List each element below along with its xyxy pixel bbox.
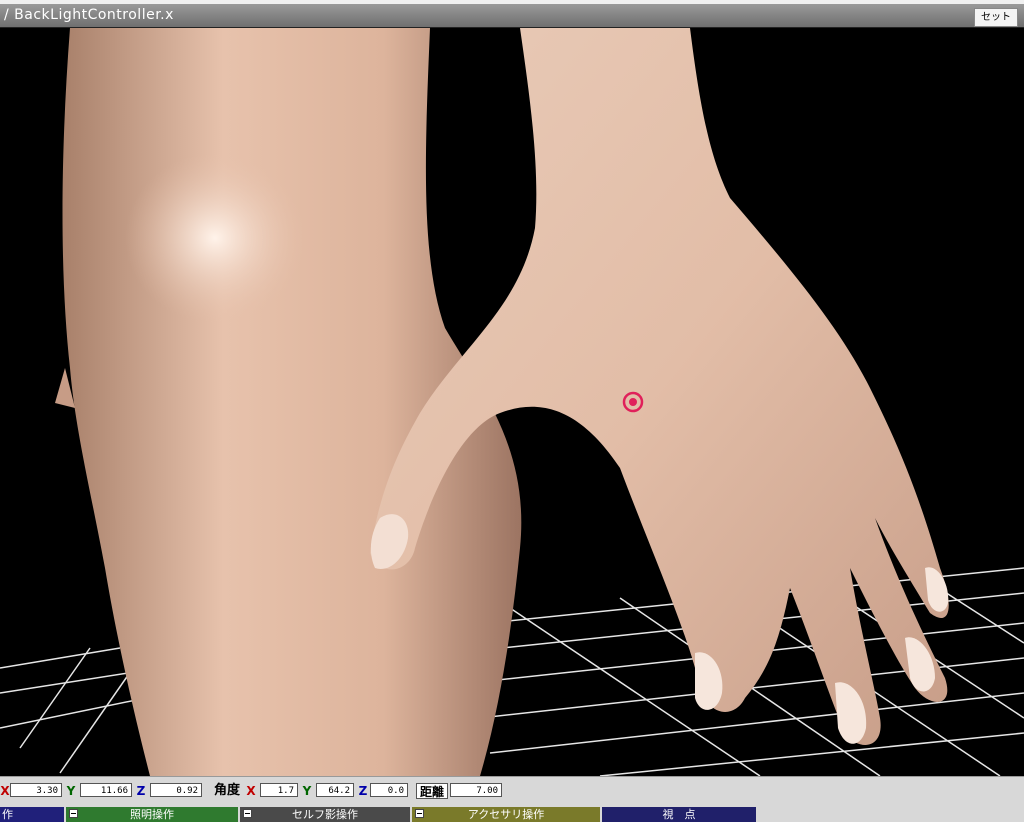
scene-render bbox=[0, 28, 1024, 776]
angle-y-label: Y bbox=[302, 784, 312, 798]
angle-x-field[interactable]: 1.7 bbox=[260, 783, 298, 797]
set-button[interactable]: セット bbox=[974, 8, 1018, 27]
position-y-field[interactable]: 11.66 bbox=[80, 783, 132, 797]
position-x-field[interactable]: 3.30 bbox=[10, 783, 62, 797]
tab-lighting[interactable]: 照明操作 bbox=[66, 807, 238, 822]
tab-model-operation[interactable]: 作 bbox=[0, 807, 64, 822]
tab-self-shadow-label: セルフ影操作 bbox=[292, 808, 358, 821]
control-panel: X 3.30 Y 11.66 Z 0.92 角度 X 1.7 Y 64.2 Z … bbox=[0, 776, 1024, 822]
3d-viewport[interactable] bbox=[0, 28, 1024, 776]
window-title: / BackLightController.x bbox=[4, 7, 174, 23]
tab-viewpoint[interactable]: 視 点 bbox=[602, 807, 756, 822]
distance-label: 距離 bbox=[416, 783, 448, 799]
tab-self-shadow[interactable]: セルフ影操作 bbox=[240, 807, 410, 822]
panel-tabs: 作 照明操作 セルフ影操作 アクセサリ操作 視 点 bbox=[0, 807, 1024, 822]
angle-z-label: Z bbox=[358, 784, 368, 798]
tab-lighting-label: 照明操作 bbox=[130, 808, 174, 821]
tab-viewpoint-label: 視 点 bbox=[662, 808, 696, 821]
angle-y-field[interactable]: 64.2 bbox=[316, 783, 354, 797]
position-z-field[interactable]: 0.92 bbox=[150, 783, 202, 797]
distance-field[interactable]: 7.00 bbox=[450, 783, 502, 797]
angle-label: 角度 bbox=[213, 783, 240, 798]
minimize-icon[interactable] bbox=[69, 809, 78, 818]
minimize-icon[interactable] bbox=[243, 809, 252, 818]
angle-z-field[interactable]: 0.0 bbox=[370, 783, 408, 797]
angle-x-label: X bbox=[246, 784, 256, 798]
tab-accessory-label: アクセサリ操作 bbox=[467, 808, 545, 821]
tab-model-operation-label: 作 bbox=[2, 808, 13, 821]
minimize-icon[interactable] bbox=[415, 809, 424, 818]
hip-highlight bbox=[125, 153, 305, 323]
position-x-label: X bbox=[0, 784, 10, 798]
position-y-label: Y bbox=[66, 784, 76, 798]
tab-accessory[interactable]: アクセサリ操作 bbox=[412, 807, 600, 822]
title-bar: / BackLightController.x セット bbox=[0, 0, 1024, 28]
position-z-label: Z bbox=[136, 784, 146, 798]
